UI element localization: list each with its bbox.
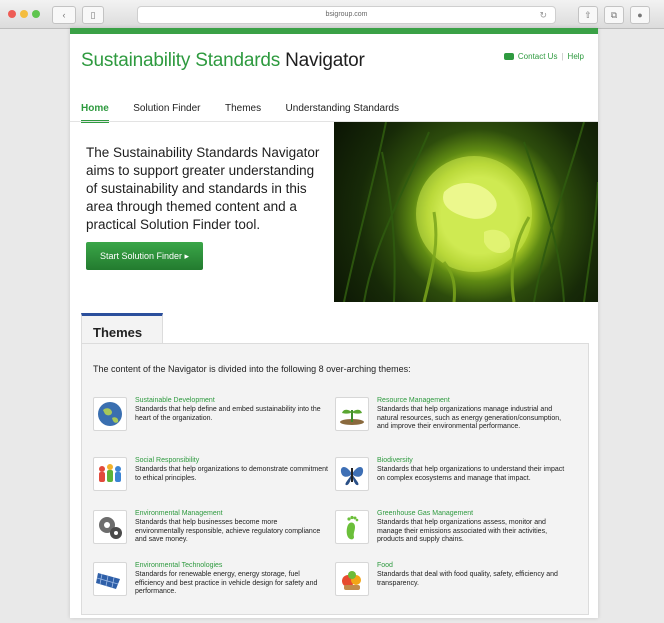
zoom-window-button[interactable] [32, 10, 40, 18]
hero-text: The Sustainability Standards Navigator a… [86, 145, 320, 232]
theme-greenhouse-gas-management[interactable]: Greenhouse Gas Management Standards that… [335, 510, 570, 556]
globe-icon [93, 397, 127, 431]
address-text: bsigroup.com [325, 11, 368, 18]
back-icon: ‹ [62, 10, 66, 20]
people-icon [93, 457, 127, 491]
theme-environmental-management[interactable]: Environmental Management Standards that … [93, 510, 328, 556]
theme-social-responsibility[interactable]: Social Responsibility Standards that hel… [93, 457, 328, 503]
main-nav: Home Solution Finder Themes Understandin… [81, 98, 419, 123]
nav-home[interactable]: Home [81, 103, 109, 123]
web-page: Sustainability Standards Navigator Conta… [70, 28, 598, 618]
theme-environmental-technologies[interactable]: Environmental Technologies Standards for… [93, 562, 328, 608]
theme-desc: Standards that help businesses become mo… [135, 519, 321, 544]
nav-understanding-standards[interactable]: Understanding Standards [286, 103, 399, 120]
themes-heading: Themes [93, 325, 143, 340]
themes-intro: The content of the Navigator is divided … [93, 364, 411, 374]
reload-icon[interactable]: ↻ [539, 7, 547, 23]
address-bar[interactable]: bsigroup.com ↻ [137, 6, 556, 24]
tabs-icon: ⧉ [610, 10, 618, 20]
theme-title: Environmental Management [135, 510, 223, 517]
minimize-window-button[interactable] [20, 10, 28, 18]
solar-panel-icon [93, 562, 127, 596]
food-icon [335, 562, 369, 596]
butterfly-icon [335, 457, 369, 491]
extension-icon: ● [637, 10, 643, 20]
brand-bar [70, 28, 598, 34]
theme-title: Environmental Technologies [135, 562, 223, 569]
theme-biodiversity[interactable]: Biodiversity Standards that help organiz… [335, 457, 570, 503]
theme-resource-management[interactable]: Resource Management Standards that help … [335, 397, 570, 443]
theme-sustainable-development[interactable]: Sustainable Development Standards that h… [93, 397, 328, 443]
theme-desc: Standards for renewable energy, energy s… [135, 571, 318, 596]
hero-globe-image [334, 122, 598, 302]
close-window-button[interactable] [8, 10, 16, 18]
theme-desc: Standards that help organizations to dem… [135, 466, 328, 482]
share-button[interactable]: ⇧ [578, 6, 598, 24]
nav-solution-finder[interactable]: Solution Finder [133, 103, 200, 120]
theme-title: Resource Management [377, 397, 450, 404]
theme-food[interactable]: Food Standards that deal with food quali… [335, 562, 570, 608]
theme-title: Social Responsibility [135, 457, 200, 464]
contact-us-link[interactable]: Contact Us [518, 52, 558, 61]
themes-tab[interactable]: Themes [81, 313, 163, 346]
extension-button[interactable]: ● [630, 6, 650, 24]
gears-icon [93, 510, 127, 544]
site-title-dark: Navigator [285, 50, 365, 71]
start-solution-finder-button[interactable]: Start Solution Finder ▸ [86, 242, 203, 270]
site-title-green: Sustainability Standards [81, 50, 281, 71]
theme-desc: Standards that deal with food quality, s… [377, 571, 558, 587]
nav-themes[interactable]: Themes [225, 103, 261, 120]
theme-desc: Standards that help define and embed sus… [135, 406, 321, 422]
utility-links: Contact Us | Help [503, 52, 584, 61]
share-icon: ⇧ [584, 10, 592, 20]
utility-separator: | [561, 52, 564, 61]
themes-panel: The content of the Navigator is divided … [81, 343, 589, 615]
theme-title: Food [377, 562, 393, 569]
site-title[interactable]: Sustainability Standards Navigator [81, 50, 365, 72]
footprint-icon [335, 510, 369, 544]
help-link[interactable]: Help [568, 52, 584, 61]
theme-desc: Standards that help organizations to und… [377, 466, 565, 482]
theme-desc: Standards that help organizations assess… [377, 519, 548, 544]
theme-title: Biodiversity [377, 457, 413, 464]
browser-toolbar: ‹ ▯ bsigroup.com ↻ ⇧ ⧉ ● [0, 0, 664, 29]
phone-icon [503, 53, 514, 60]
theme-title: Greenhouse Gas Management [377, 510, 474, 517]
sidebar-button[interactable]: ▯ [82, 6, 104, 24]
sidebar-icon: ▯ [90, 10, 96, 20]
globe-grass-illustration [343, 122, 598, 302]
tabs-button[interactable]: ⧉ [604, 6, 624, 24]
theme-desc: Standards that help organizations manage… [377, 406, 562, 431]
seedling-icon [335, 397, 369, 431]
back-button[interactable]: ‹ [52, 6, 76, 24]
theme-title: Sustainable Development [135, 397, 215, 404]
